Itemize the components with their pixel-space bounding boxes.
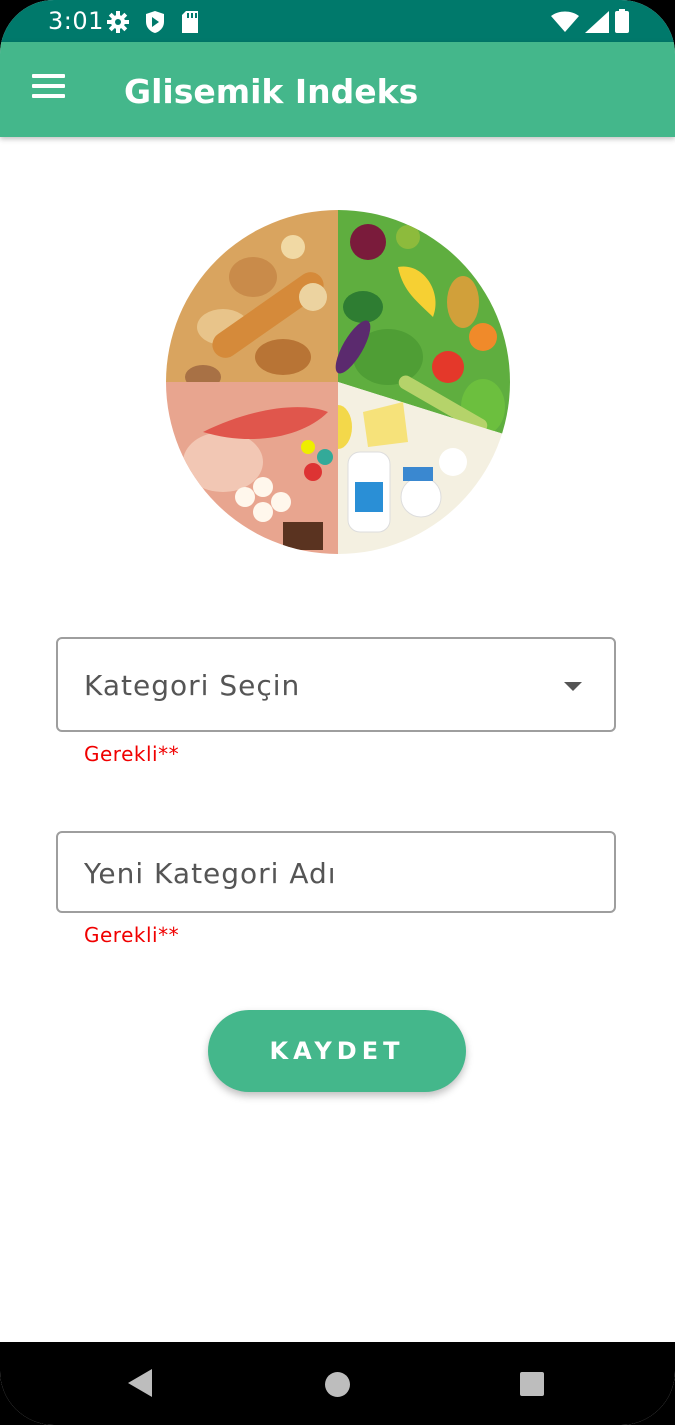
new-category-error-text: Gerekli** [84, 923, 180, 947]
shield-play-icon [146, 11, 164, 33]
chevron-down-icon [564, 682, 582, 691]
status-bar: 3:01 [0, 0, 675, 42]
signal-icon [585, 11, 609, 33]
home-icon[interactable] [325, 1372, 350, 1397]
recents-icon[interactable] [520, 1372, 544, 1396]
wifi-icon [551, 11, 579, 32]
new-category-name-input[interactable]: Yeni Kategori Adı [56, 831, 616, 913]
status-icons-left [106, 10, 200, 34]
back-icon[interactable] [128, 1369, 154, 1397]
status-time: 3:01 [48, 7, 104, 35]
category-error-text: Gerekli** [84, 742, 180, 766]
page-title: Glisemik Indeks [124, 72, 419, 111]
gear-icon [107, 11, 129, 33]
new-category-name-placeholder: Yeni Kategori Adı [84, 857, 337, 890]
battery-icon [615, 9, 629, 33]
system-nav-bar [0, 1342, 675, 1425]
app-bar: Glisemik Indeks [0, 42, 675, 137]
food-plate-image [166, 210, 510, 554]
save-button[interactable]: KAYDET [208, 1010, 466, 1092]
category-dropdown-value: Kategori Seçin [84, 669, 301, 702]
hamburger-menu-icon[interactable] [26, 70, 70, 110]
status-icons-right [551, 9, 629, 33]
sd-card-icon [182, 11, 198, 33]
category-dropdown[interactable]: Kategori Seçin [56, 637, 616, 732]
phone-screen: 3:01 Glisemik Indeks Kategori Seçin Gere… [0, 0, 675, 1425]
